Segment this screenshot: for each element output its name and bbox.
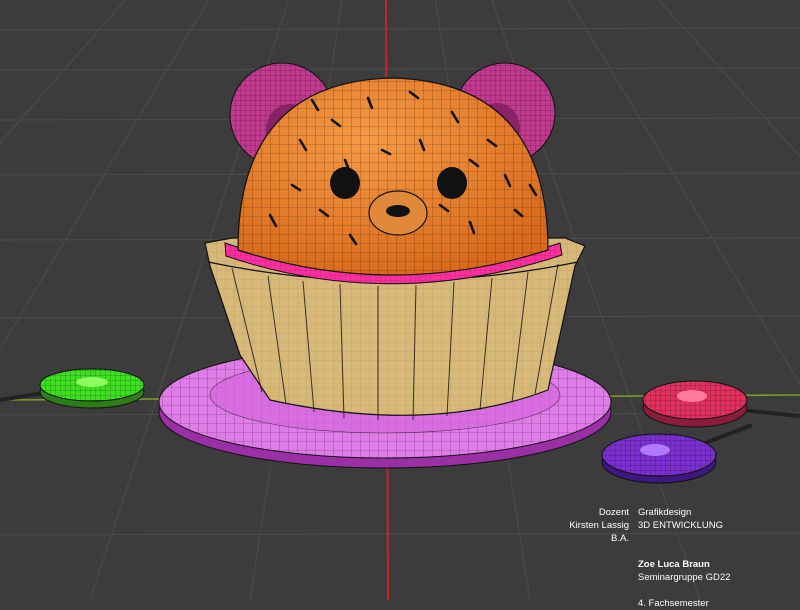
student-name: Zoe Luca Braun <box>638 559 710 570</box>
semester: 4. Fachsemester <box>638 598 709 609</box>
course-title: 3D ENTWICKLUNG <box>638 520 723 531</box>
bear-nose <box>386 205 410 217</box>
candy-green[interactable] <box>0 368 145 409</box>
credits-block: Dozent Grafikdesign Kirsten Lassig B.A. … <box>560 506 790 610</box>
candy-purple[interactable] <box>601 423 753 484</box>
bear-eye-left <box>330 167 360 199</box>
candy-red[interactable] <box>642 380 800 428</box>
department: Grafikdesign <box>638 507 692 518</box>
dozent-label: Dozent <box>598 507 629 518</box>
bear-eye-right <box>437 167 467 199</box>
dozent-name: Kirsten Lassig B.A. <box>569 520 629 544</box>
seminar-group: Seminargruppe GD22 <box>638 572 731 583</box>
